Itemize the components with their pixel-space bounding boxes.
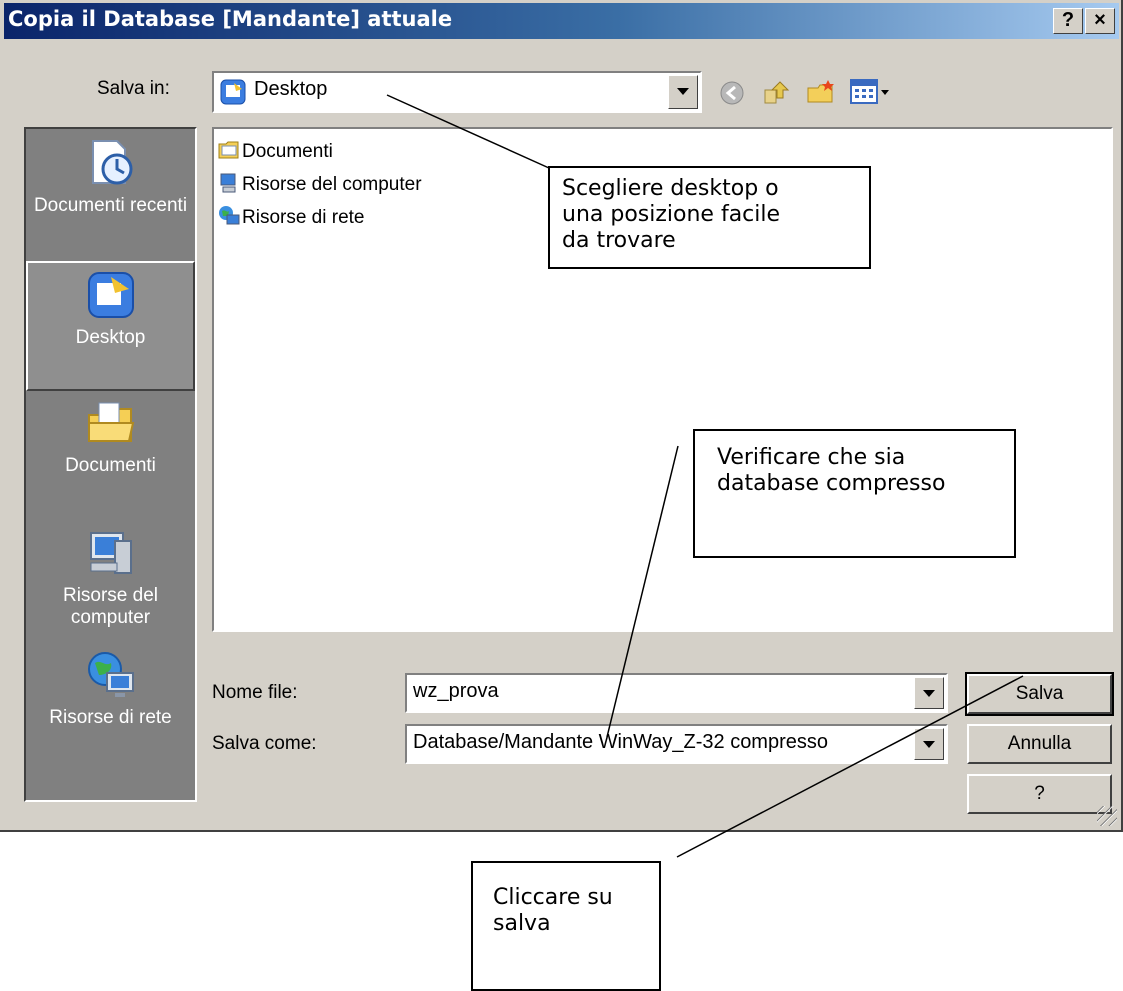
connector-line bbox=[386, 94, 550, 169]
callout-choose-location: Scegliere desktop o una posizione facile… bbox=[548, 166, 871, 269]
callout-click-save: Cliccare su salva bbox=[471, 861, 661, 991]
connector-line bbox=[676, 675, 1024, 858]
connector-line bbox=[606, 445, 679, 738]
callout-verify-type: Verificare che sia database compresso bbox=[693, 429, 1016, 558]
